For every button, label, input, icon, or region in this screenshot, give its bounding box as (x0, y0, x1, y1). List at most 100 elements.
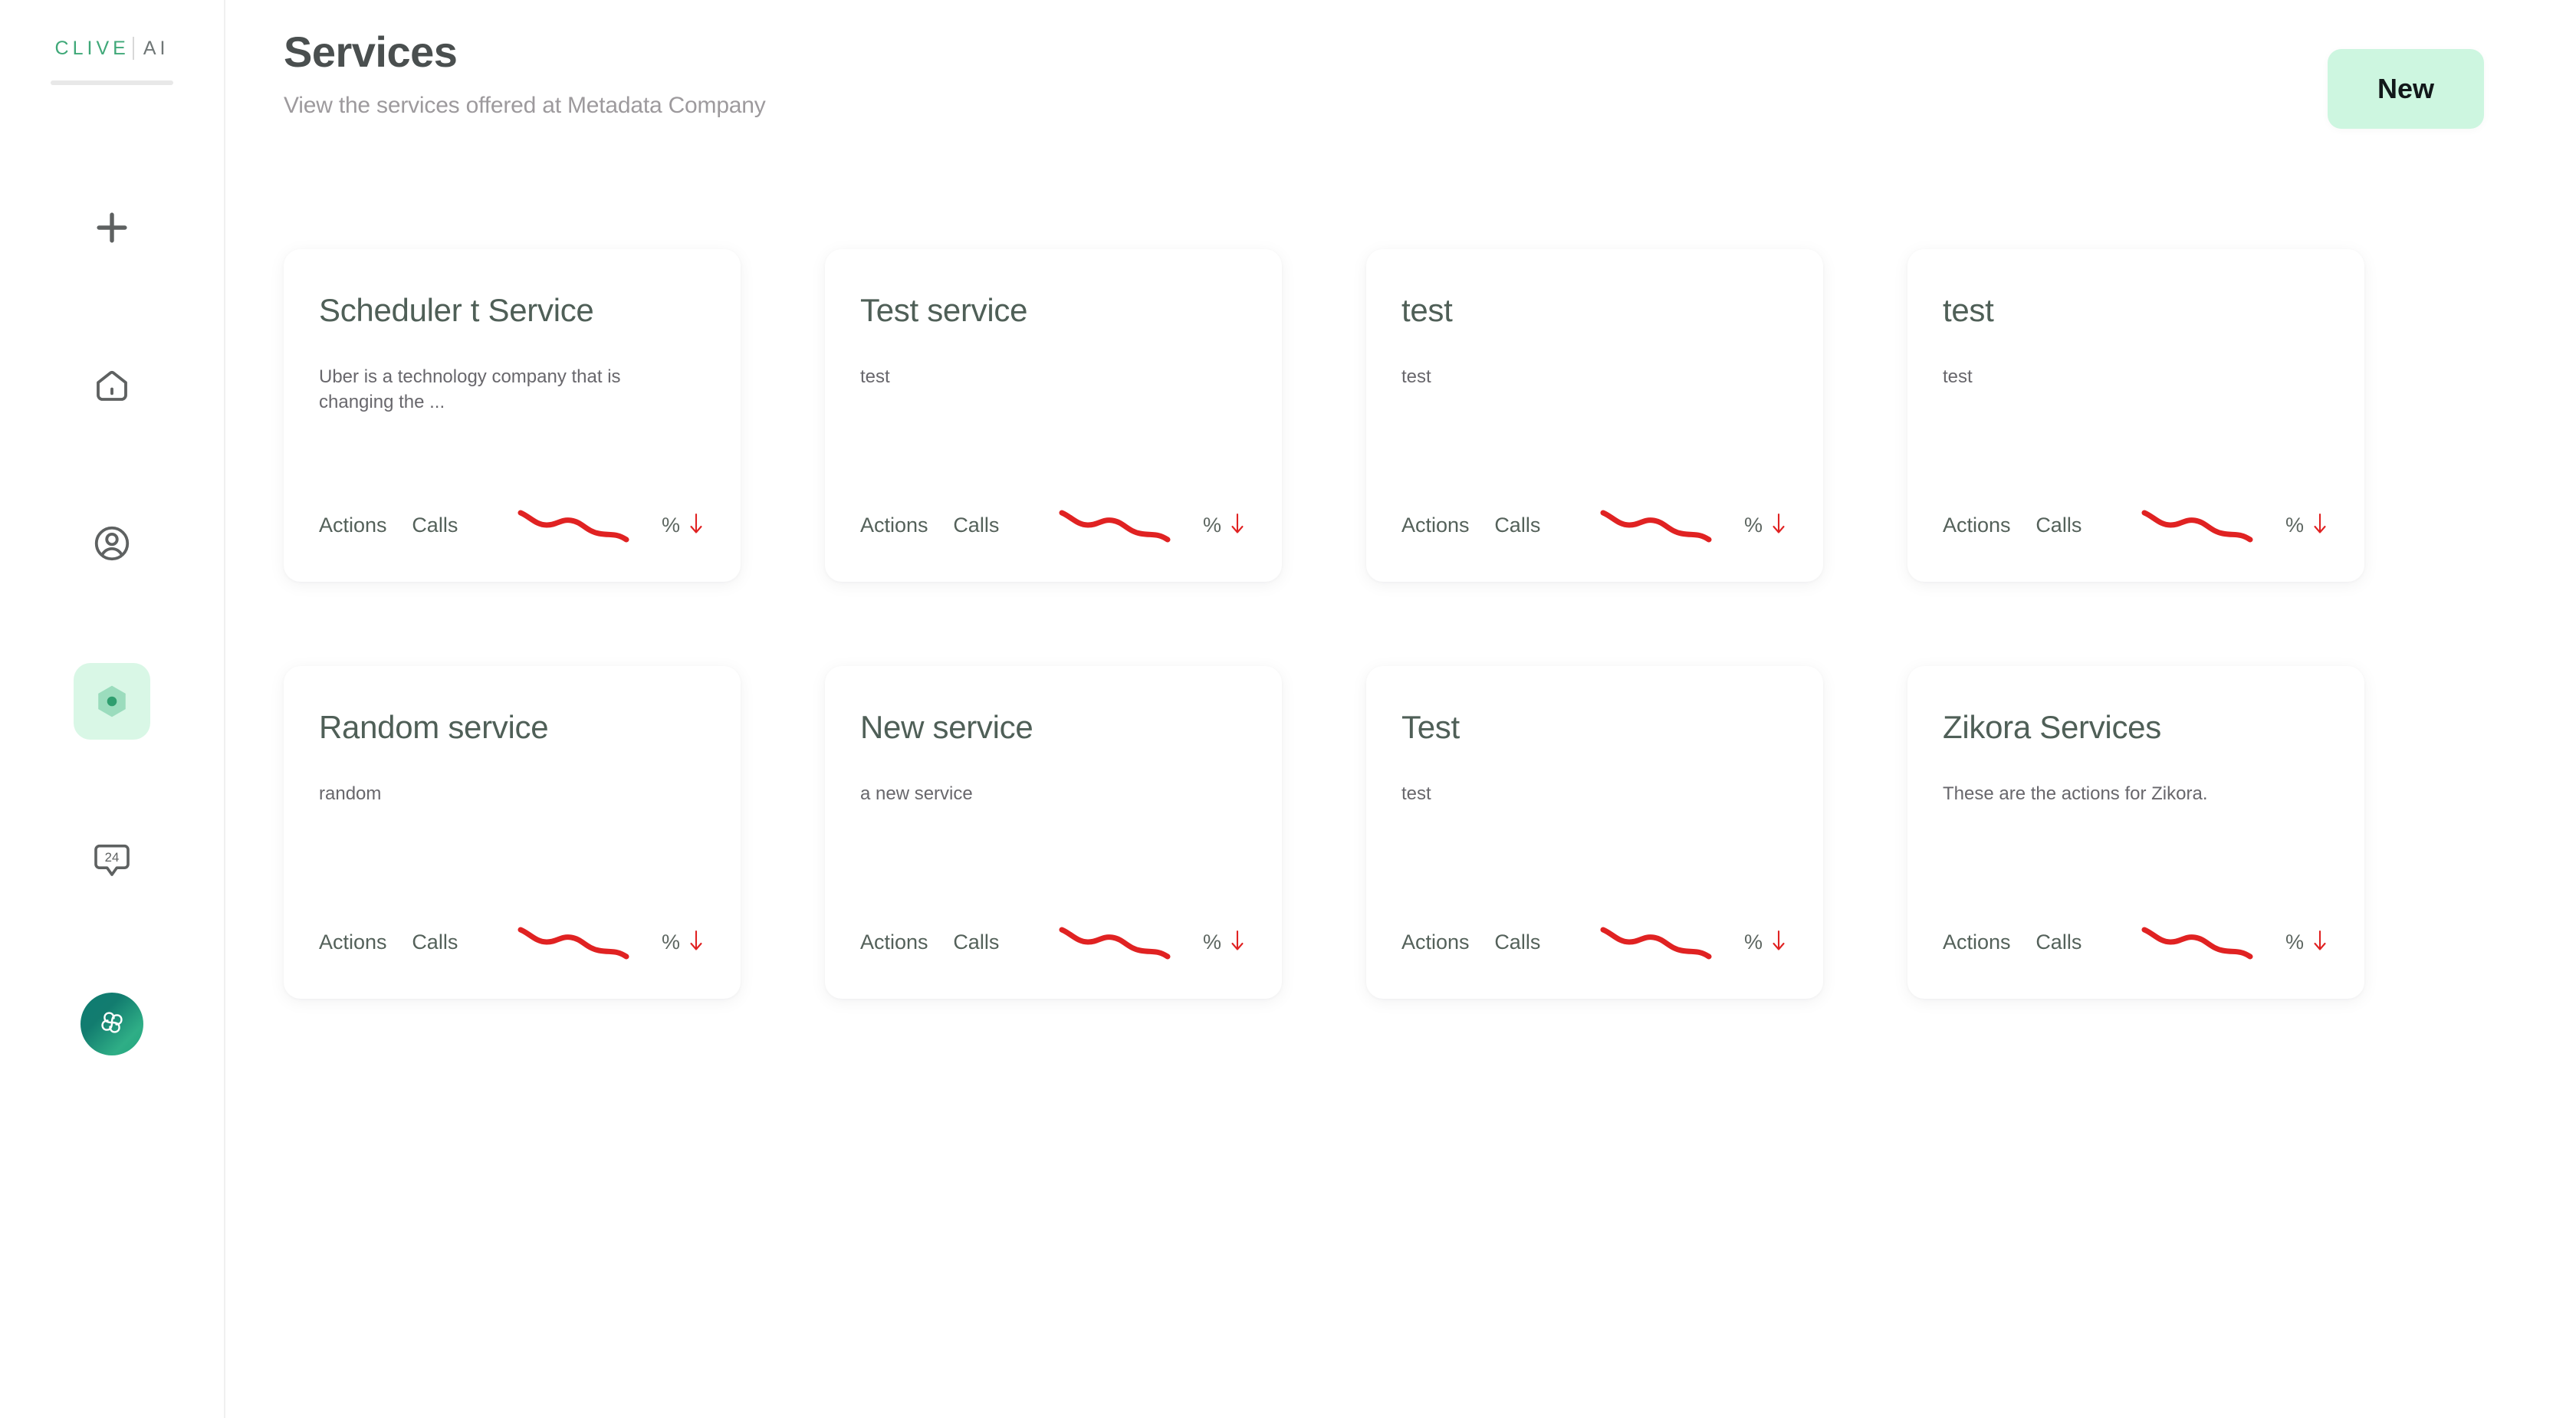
service-card-calls-link[interactable]: Calls (953, 514, 1057, 537)
sparkline-chart (1057, 919, 1203, 965)
trend-indicator: % (662, 510, 705, 540)
trend-percent-label: % (1202, 930, 1221, 954)
new-service-button[interactable]: New (2328, 49, 2484, 129)
logo-text: CLIVE AI (55, 37, 169, 60)
services-grid: Scheduler t Service Uber is a technology… (225, 249, 2423, 999)
service-card-actions-link[interactable]: Actions (860, 514, 953, 537)
sidebar-item-support[interactable]: 24 (74, 821, 150, 898)
arrow-down-icon (687, 510, 705, 540)
trend-percent-label: % (1743, 930, 1763, 954)
arrow-down-icon (1228, 510, 1247, 540)
logo-brand: CLIVE (54, 37, 130, 59)
service-card-title: New service (860, 709, 1033, 745)
plus-icon (91, 207, 133, 248)
pinwheel-logo-icon (94, 1005, 130, 1044)
service-card-calls-link[interactable]: Calls (953, 931, 1057, 954)
service-card[interactable]: Scheduler t Service Uber is a technology… (284, 249, 741, 582)
trend-indicator: % (662, 927, 705, 957)
service-card[interactable]: test test Actions Calls % (1366, 249, 1823, 582)
service-card-calls-link[interactable]: Calls (2036, 514, 2140, 537)
sparkline-chart (516, 502, 662, 548)
trend-percent-label: % (661, 930, 680, 954)
page-subtitle: View the services offered at Metadata Co… (284, 93, 766, 119)
page-title: Services (284, 28, 458, 76)
service-card-description: a new service (860, 783, 973, 805)
sparkline-chart (516, 919, 662, 965)
sparkline-chart (2140, 919, 2285, 965)
sidebar-item-profile[interactable] (74, 505, 150, 582)
hexagon-services-icon (92, 681, 132, 721)
sidebar-item-home[interactable] (74, 347, 150, 424)
service-card-calls-link[interactable]: Calls (1494, 514, 1598, 537)
arrow-down-icon (2311, 510, 2329, 540)
service-card-title: Zikora Services (1943, 709, 2161, 745)
service-card-footer: Actions Calls % (1943, 919, 2329, 965)
sparkline-chart (1057, 502, 1203, 548)
logo-divider (51, 80, 173, 85)
arrow-down-icon (1769, 510, 1788, 540)
home-icon (91, 365, 133, 406)
service-card-calls-link[interactable]: Calls (412, 514, 516, 537)
service-card-title: Random service (319, 709, 549, 745)
trend-percent-label: % (2285, 513, 2304, 537)
arrow-down-icon (1228, 927, 1247, 957)
trend-indicator: % (1203, 927, 1247, 957)
service-card-description: Uber is a technology company that is cha… (319, 366, 621, 413)
user-circle-icon (91, 523, 133, 564)
trend-indicator: % (1744, 927, 1788, 957)
service-card[interactable]: test test Actions Calls % (1907, 249, 2364, 582)
service-card-title: Scheduler t Service (319, 292, 594, 328)
service-card[interactable]: Random service random Actions Calls % (284, 666, 741, 999)
sidebar-item-services[interactable] (74, 663, 150, 740)
service-card[interactable]: Test test Actions Calls % (1366, 666, 1823, 999)
service-card-calls-link[interactable]: Calls (412, 931, 516, 954)
service-card-description: test (860, 366, 890, 388)
trend-percent-label: % (1202, 513, 1221, 537)
service-card-actions-link[interactable]: Actions (1401, 931, 1494, 954)
arrow-down-icon (1769, 927, 1788, 957)
trend-percent-label: % (1743, 513, 1763, 537)
service-card-footer: Actions Calls % (319, 502, 705, 548)
service-card-calls-link[interactable]: Calls (2036, 931, 2140, 954)
brand-logo[interactable]: CLIVE AI (0, 37, 224, 85)
service-card-actions-link[interactable]: Actions (319, 514, 412, 537)
service-card-actions-link[interactable]: Actions (1401, 514, 1494, 537)
page-header: Services View the services offered at Me… (225, 0, 2576, 129)
sparkline-chart (1598, 919, 1744, 965)
service-card-footer: Actions Calls % (860, 919, 1247, 965)
service-card-description: random (319, 783, 382, 805)
service-card-footer: Actions Calls % (1401, 502, 1788, 548)
service-card-actions-link[interactable]: Actions (319, 931, 412, 954)
page-header-text: Services View the services offered at Me… (284, 28, 766, 119)
logo-separator (132, 37, 134, 60)
service-card[interactable]: Test service test Actions Calls % (825, 249, 1282, 582)
service-card-footer: Actions Calls % (1943, 502, 2329, 548)
sparkline-chart (2140, 502, 2285, 548)
main-content: Services View the services offered at Me… (225, 0, 2576, 1418)
service-card-description: test (1401, 366, 1431, 388)
sidebar: CLIVE AI 24 (0, 0, 225, 1418)
service-card-actions-link[interactable]: Actions (860, 931, 953, 954)
arrow-down-icon (2311, 927, 2329, 957)
service-card-calls-link[interactable]: Calls (1494, 931, 1598, 954)
service-card-title: test (1943, 292, 1994, 328)
logo-suffix: AI (143, 37, 169, 59)
service-card-footer: Actions Calls % (1401, 919, 1788, 965)
trend-percent-label: % (2285, 930, 2304, 954)
app-root: CLIVE AI 24 Services View the services o… (0, 0, 2576, 1418)
sidebar-nav: 24 (0, 189, 224, 979)
service-card-title: test (1401, 292, 1453, 328)
sidebar-item-add[interactable] (74, 189, 150, 266)
trend-indicator: % (1203, 510, 1247, 540)
service-card[interactable]: Zikora Services These are the actions fo… (1907, 666, 2364, 999)
support-24-icon: 24 (90, 838, 133, 881)
service-card-description: These are the actions for Zikora. (1943, 783, 2208, 805)
service-card-actions-link[interactable]: Actions (1943, 514, 2036, 537)
service-card[interactable]: New service a new service Actions Calls … (825, 666, 1282, 999)
arrow-down-icon (687, 927, 705, 957)
svg-text:24: 24 (105, 850, 120, 865)
account-avatar[interactable] (80, 993, 143, 1055)
service-card-actions-link[interactable]: Actions (1943, 931, 2036, 954)
service-card-title: Test service (860, 292, 1028, 328)
trend-percent-label: % (661, 513, 680, 537)
